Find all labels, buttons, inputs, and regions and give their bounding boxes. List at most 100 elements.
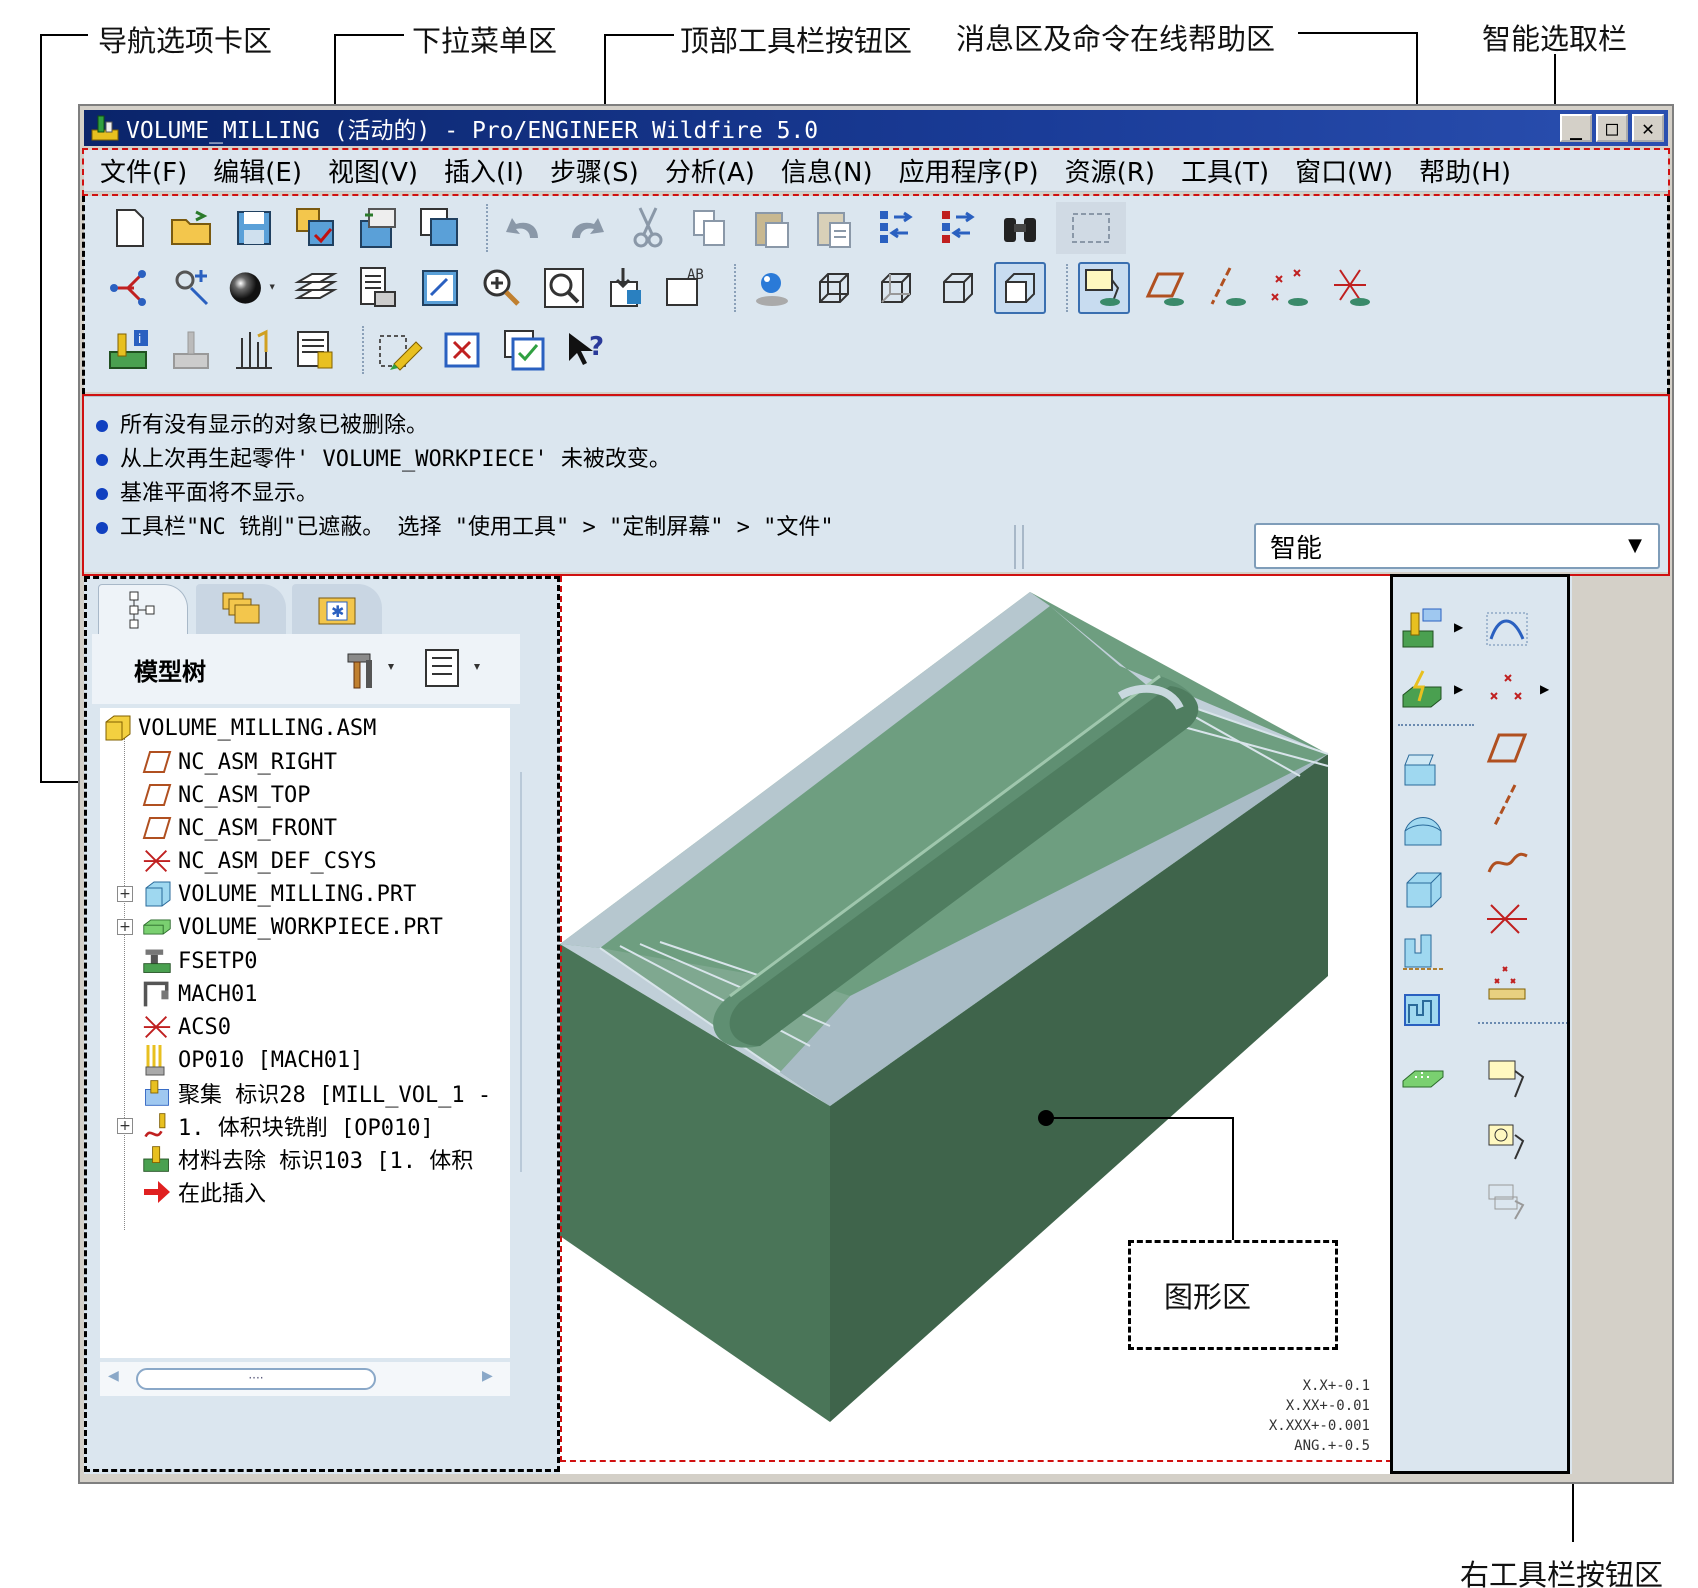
sketch-curve-tool-icon[interactable] [1482, 838, 1532, 888]
tree-item-fixture[interactable]: FSETP0 [142, 945, 257, 977]
point-display-icon[interactable] [1202, 262, 1254, 314]
menu-resources[interactable]: 资源(R) [1065, 152, 1155, 189]
flyout-arrow-icon[interactable]: ▶ [1454, 682, 1463, 696]
message-splitter[interactable] [1014, 525, 1024, 569]
menu-tools[interactable]: 工具(T) [1181, 152, 1269, 189]
minimize-button[interactable]: _ [1560, 114, 1592, 142]
zoom-in-icon[interactable] [476, 262, 528, 314]
tab-favorites[interactable]: ✱ [292, 584, 382, 634]
tree-item-acs[interactable]: ACS0 [142, 1011, 231, 1043]
close-window-icon[interactable] [436, 324, 488, 376]
copy-icon[interactable] [684, 202, 736, 254]
tree-show-button[interactable] [422, 646, 488, 690]
menu-analysis[interactable]: 分析(A) [665, 152, 755, 189]
tab-model-tree[interactable] [98, 584, 188, 634]
csys-display-icon[interactable] [1264, 262, 1316, 314]
mill-window-tool-icon[interactable] [1398, 986, 1448, 1036]
menu-steps[interactable]: 步骤(S) [550, 152, 639, 189]
appearance-icon[interactable] [228, 262, 280, 314]
context-help-icon[interactable]: ? [560, 324, 612, 376]
tree-item-mill-volume[interactable]: 聚集 标识28 [MILL_VOL_1 - [142, 1077, 491, 1109]
repaint-icon[interactable] [414, 262, 466, 314]
part-model[interactable] [560, 576, 1390, 1474]
cut-icon[interactable] [622, 202, 674, 254]
new-file-icon[interactable] [104, 202, 156, 254]
orient-icon[interactable] [166, 262, 218, 314]
tree-item-part[interactable]: VOLUME_MILLING.PRT [142, 878, 416, 910]
mill-window-icon[interactable] [1398, 666, 1448, 716]
undo-icon[interactable] [498, 202, 550, 254]
scroll-right-icon[interactable]: ▶ [482, 1368, 493, 1384]
view-manager-icon[interactable] [352, 262, 404, 314]
coordinate-system-display-icon[interactable] [1326, 262, 1378, 314]
datum-plane-analysis-icon[interactable] [1482, 1054, 1532, 1104]
coordinate-system-tool-icon[interactable] [1482, 896, 1532, 946]
menu-window[interactable]: 窗口(W) [1295, 152, 1393, 189]
graphics-area[interactable]: X.X+-0.1 X.XX+-0.01 X.XXX+-0.001 ANG.+-0… [560, 576, 1390, 1474]
maximize-button[interactable]: □ [1596, 114, 1628, 142]
hidden-line-icon[interactable] [870, 262, 922, 314]
mill-surface-tool-icon[interactable] [1398, 926, 1448, 976]
title-bar[interactable]: VOLUME_MILLING (活动的) - Pro/ENGINEER Wild… [84, 110, 1668, 146]
workpiece-tool-icon[interactable] [1398, 744, 1448, 794]
process-manager-icon[interactable] [290, 324, 342, 376]
datum-point-tool-icon[interactable] [1482, 666, 1532, 716]
tree-item-machine[interactable]: MACH01 [142, 978, 257, 1010]
datum-plane-display-icon[interactable] [1078, 262, 1130, 314]
tree-settings-button[interactable] [342, 646, 402, 690]
menu-info[interactable]: 信息(N) [781, 152, 873, 189]
activate-window-icon[interactable] [498, 324, 550, 376]
save-icon[interactable] [228, 202, 280, 254]
wireframe-icon[interactable] [808, 262, 860, 314]
datum-axis-display-icon[interactable] [1140, 262, 1192, 314]
plane-view-disabled-icon[interactable] [1482, 1176, 1532, 1226]
menu-insert[interactable]: 插入(I) [444, 152, 524, 189]
expand-toggle[interactable]: + [117, 919, 133, 935]
flyout-arrow-icon[interactable]: ▶ [1454, 620, 1463, 634]
tree-item-volume-milling[interactable]: 1. 体积块铣削 [OP010] [142, 1110, 434, 1142]
open-folder-icon[interactable] [166, 202, 218, 254]
tree-item-operation[interactable]: OP010 [MACH01] [142, 1044, 363, 1076]
paste-icon[interactable] [746, 202, 798, 254]
tool-path-icon[interactable] [228, 324, 280, 376]
backup-icon[interactable] [352, 202, 404, 254]
scroll-left-icon[interactable]: ◀ [108, 1368, 119, 1384]
expand-toggle[interactable]: + [117, 1118, 133, 1134]
panel-splitter[interactable] [520, 772, 532, 1172]
menu-file[interactable]: 文件(F) [100, 152, 187, 189]
no-hidden-icon[interactable] [932, 262, 984, 314]
tree-item-datum-plane[interactable]: NC_ASM_RIGHT [142, 746, 337, 778]
menu-view[interactable]: 视图(V) [328, 152, 418, 189]
datum-plane-tool-icon[interactable] [1482, 724, 1532, 774]
regen-manager-icon[interactable] [932, 202, 984, 254]
shading-icon[interactable] [994, 262, 1046, 314]
point-pattern-tool-icon[interactable] [1482, 958, 1532, 1008]
menu-edit[interactable]: 编辑(E) [213, 152, 302, 189]
plane-view-analysis-icon[interactable] [1482, 1116, 1532, 1166]
regenerate-icon[interactable] [870, 202, 922, 254]
refit-icon[interactable] [600, 262, 652, 314]
smart-select-dropdown[interactable]: 智能 ▼ [1254, 523, 1660, 569]
drill-group-tool-icon[interactable] [1398, 1054, 1448, 1104]
mill-volume-tool-icon[interactable] [1398, 866, 1448, 916]
flyout-arrow-icon[interactable]: ▶ [1540, 682, 1549, 696]
datum-axis-tool-icon[interactable] [1482, 780, 1532, 830]
save-copy-icon[interactable] [290, 202, 342, 254]
tree-item-datum-plane[interactable]: NC_ASM_FRONT [142, 812, 337, 844]
paste-special-icon[interactable] [808, 202, 860, 254]
rename-icon[interactable] [414, 202, 466, 254]
zoom-fit-icon[interactable] [538, 262, 590, 314]
close-button[interactable]: ✕ [1632, 114, 1664, 142]
tree-item-assembly[interactable]: VOLUME_MILLING.ASM [102, 712, 376, 744]
tab-folder-browser[interactable] [196, 584, 286, 634]
redo-icon[interactable] [560, 202, 612, 254]
tree-item-workpiece[interactable]: VOLUME_WORKPIECE.PRT [142, 911, 443, 943]
tree-horizontal-scrollbar[interactable]: ◀ ···· ▶ [100, 1362, 510, 1396]
annotation-icon[interactable]: AB [662, 262, 714, 314]
find-icon[interactable] [994, 202, 1046, 254]
nc-sequence-icon[interactable] [166, 324, 218, 376]
nc-process-icon[interactable] [1398, 604, 1448, 654]
light-icon[interactable] [746, 262, 798, 314]
menu-applications[interactable]: 应用程序(P) [899, 152, 1039, 189]
tree-item-datum-plane[interactable]: NC_ASM_TOP [142, 779, 310, 811]
